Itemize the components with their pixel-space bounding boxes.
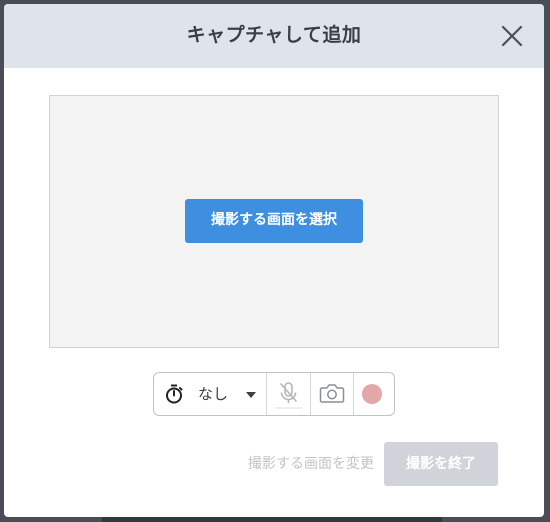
stopwatch-icon: [166, 384, 183, 404]
screenshot-button[interactable]: [311, 373, 353, 415]
dialog-header: キャプチャして追加: [4, 4, 544, 68]
camera-icon: [319, 384, 345, 403]
timer-dropdown[interactable]: なし: [154, 373, 266, 415]
chevron-down-icon: [246, 392, 256, 398]
change-screen-link[interactable]: 撮影する画面を変更: [224, 450, 374, 478]
microphone-toggle[interactable]: [267, 373, 310, 415]
dialog-title: キャプチャして追加: [186, 24, 362, 46]
close-icon: [501, 25, 523, 47]
close-button[interactable]: [498, 22, 526, 50]
mic-off-icon: [275, 382, 302, 409]
capture-preview-area: 撮影する画面を選択: [49, 95, 499, 348]
record-button[interactable]: [354, 373, 394, 415]
capture-dialog: キャプチャして追加 撮影する画面を選択 なし 撮影する画面を変更 撮影を終了: [4, 4, 544, 517]
capture-toolbar: なし: [153, 372, 395, 416]
select-screen-button[interactable]: 撮影する画面を選択: [185, 199, 363, 243]
timer-value: なし: [198, 385, 229, 403]
finish-capture-button[interactable]: 撮影を終了: [384, 442, 498, 486]
record-icon: [362, 384, 382, 404]
